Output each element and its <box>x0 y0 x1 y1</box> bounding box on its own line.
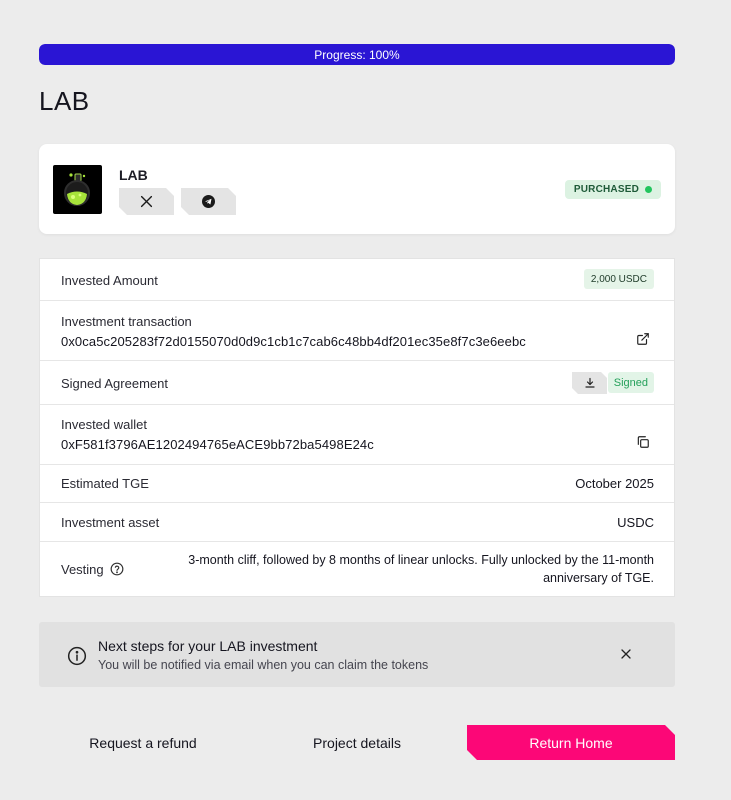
return-home-button[interactable]: Return Home <box>467 725 675 760</box>
vesting-value: 3-month cliff, followed by 8 months of l… <box>188 553 654 585</box>
download-icon <box>584 377 596 389</box>
copy-wallet-button[interactable] <box>634 433 652 451</box>
row-invested-amount: Invested Amount 2,000 USDC <box>40 259 674 301</box>
progress-bar: Progress: 100% <box>39 44 675 65</box>
notice-body: You will be notified via email when you … <box>98 658 429 672</box>
request-refund-button[interactable]: Request a refund <box>39 725 247 760</box>
help-icon[interactable] <box>110 562 124 576</box>
investment-transaction-label: Investment transaction <box>61 314 192 329</box>
status-badge: PURCHASED <box>564 180 661 199</box>
investment-asset-value: USDC <box>617 515 654 530</box>
project-card: LAB PURCHASED <box>39 144 675 234</box>
signed-badge: Signed <box>607 372 654 393</box>
row-vesting: Vesting 3-month cliff, followed by 8 mon… <box>40 542 674 597</box>
telegram-social-button[interactable] <box>181 188 236 215</box>
close-icon[interactable] <box>620 648 632 660</box>
investment-details: Invested Amount 2,000 USDC Investment tr… <box>39 258 675 597</box>
page-title: LAB <box>39 86 90 116</box>
external-link-button[interactable] <box>634 330 652 348</box>
status-dot <box>645 186 652 193</box>
download-agreement-button[interactable] <box>572 372 607 394</box>
vesting-label: Vesting <box>61 562 104 577</box>
status-label: PURCHASED <box>573 184 639 195</box>
row-estimated-tge: Estimated TGE October 2025 <box>40 465 674 503</box>
investment-transaction-hash[interactable]: 0x0ca5c205283f72d0155070d0d9c1cb1c7cab6c… <box>61 334 526 349</box>
row-invested-wallet: Invested wallet 0xF581f3796AE1202494765e… <box>40 405 674 465</box>
estimated-tge-value: October 2025 <box>575 476 654 491</box>
row-signed-agreement: Signed Agreement Signed <box>40 361 674 405</box>
copy-icon <box>637 436 649 448</box>
row-investment-transaction: Investment transaction 0x0ca5c205283f72d… <box>40 301 674 361</box>
invested-wallet-label: Invested wallet <box>61 417 147 432</box>
estimated-tge-label: Estimated TGE <box>61 476 149 491</box>
x-social-button[interactable] <box>119 188 174 215</box>
external-link-icon <box>637 333 649 345</box>
project-name: LAB <box>119 167 148 183</box>
telegram-icon <box>202 195 215 208</box>
x-icon <box>140 195 153 208</box>
project-logo <box>53 165 102 214</box>
invested-amount-badge: 2,000 USDC <box>583 269 654 289</box>
next-steps-notice: Next steps for your LAB investment You w… <box>39 622 675 687</box>
row-investment-asset: Investment asset USDC <box>40 503 674 542</box>
project-details-button[interactable]: Project details <box>253 725 461 760</box>
signed-agreement-label: Signed Agreement <box>61 376 168 391</box>
info-icon <box>67 646 87 666</box>
investment-asset-label: Investment asset <box>61 515 160 530</box>
notice-title: Next steps for your LAB investment <box>98 638 318 654</box>
invested-amount-label: Invested Amount <box>61 273 158 288</box>
invested-wallet-address[interactable]: 0xF581f3796AE1202494765eACE9bb72ba5498E2… <box>61 437 374 452</box>
progress-label: Progress: 100% <box>314 47 400 62</box>
